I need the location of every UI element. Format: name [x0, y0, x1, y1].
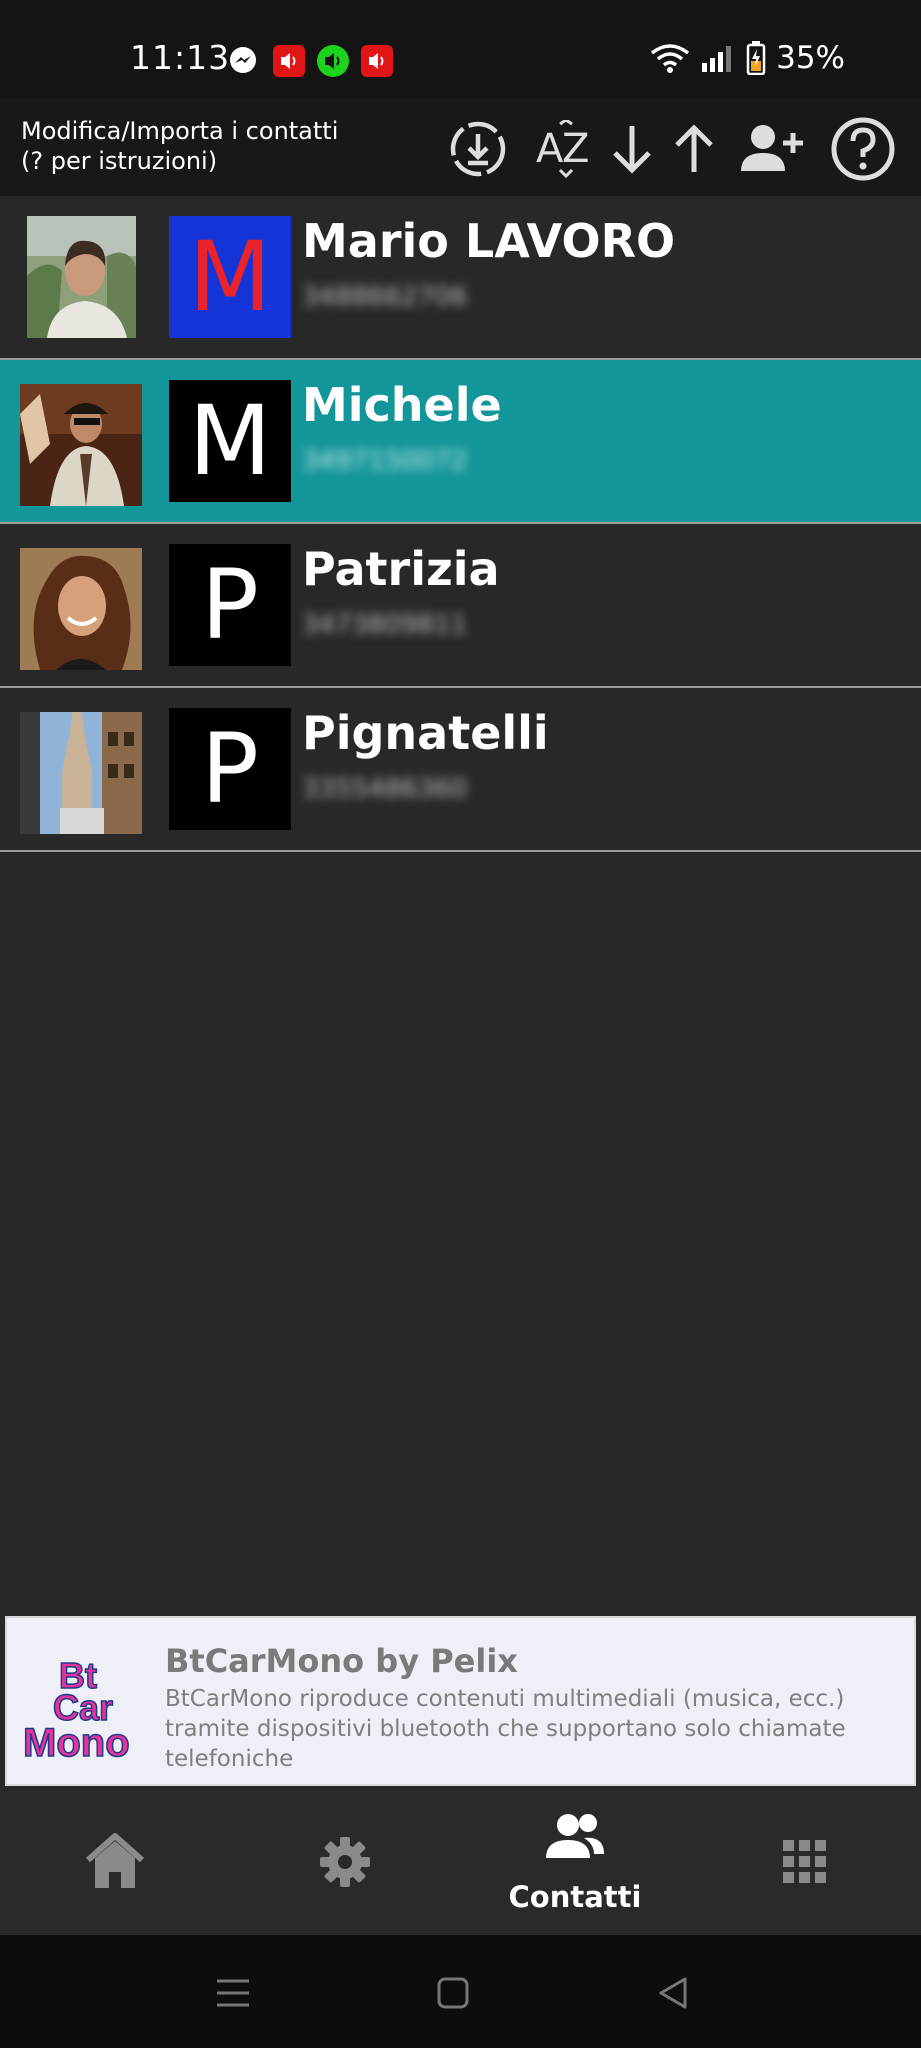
contact-photo — [20, 548, 142, 670]
recents-menu-icon[interactable] — [213, 1973, 253, 2013]
contact-photo — [27, 216, 136, 338]
status-time: 11:13 — [130, 38, 231, 77]
toolbar: Modifica/Importa i contatti (? per istru… — [0, 98, 921, 196]
arrow-up-icon — [675, 124, 713, 172]
toolbar-title: Modifica/Importa i contatti (? per istru… — [21, 116, 338, 176]
wifi-icon — [651, 44, 690, 73]
nav-apps[interactable] — [690, 1790, 920, 1935]
arrow-down-icon — [613, 126, 651, 174]
contact-row-selected[interactable]: M Michele 3497150072 — [0, 360, 921, 524]
toolbar-title-line2: (? per istruzioni) — [21, 147, 218, 175]
back-triangle-icon[interactable] — [653, 1973, 693, 2013]
sort-az-icon: A Z — [536, 120, 589, 178]
contact-letter-box: M — [169, 380, 291, 502]
red-speaker-icon — [273, 45, 305, 77]
ad-banner[interactable]: Bt Car Mono BtCarMono by Pelix BtCarMono… — [5, 1616, 916, 1786]
system-nav — [0, 1935, 921, 2048]
contact-name: Michele — [302, 378, 502, 432]
import-contacts-button[interactable] — [447, 118, 509, 180]
add-contact-button[interactable] — [737, 118, 805, 180]
home-icon — [86, 1833, 144, 1888]
contact-letter: P — [201, 713, 259, 825]
settings-icon — [320, 1837, 370, 1887]
messenger-icon — [230, 47, 256, 73]
red-speaker-icon — [361, 45, 393, 77]
home-square-icon[interactable] — [433, 1973, 473, 2013]
contact-letter: P — [201, 549, 259, 661]
add-contact-icon — [741, 125, 803, 171]
contact-name: Patrizia — [302, 542, 500, 596]
contact-letter-box: P — [169, 544, 291, 666]
toolbar-title-line1: Modifica/Importa i contatti — [21, 117, 339, 145]
help-icon — [831, 117, 895, 181]
contact-row[interactable]: P Patrizia 3473809811 — [0, 524, 921, 688]
battery-percentage: 35% — [776, 40, 845, 76]
nav-contacts-label: Contatti — [508, 1880, 642, 1914]
import-icon — [450, 121, 506, 177]
contact-list: M Mario LAVORO 3488662706 M Michele 3497… — [0, 196, 921, 852]
svg-text:Mono: Mono — [23, 1721, 130, 1762]
status-bar: 11:13 35% — [0, 0, 921, 98]
bottom-nav: Contatti — [0, 1790, 921, 1935]
contact-name: Mario LAVORO — [302, 214, 676, 268]
help-button[interactable] — [830, 116, 896, 182]
contact-row[interactable]: M Mario LAVORO 3488662706 — [0, 196, 921, 360]
nav-settings[interactable] — [230, 1790, 460, 1935]
green-speaker-icon — [317, 45, 349, 77]
contact-photo — [20, 712, 142, 834]
sort-up-button[interactable] — [663, 118, 725, 180]
contact-name: Pignatelli — [302, 706, 549, 760]
svg-text:Z: Z — [562, 126, 589, 172]
status-right: 35% — [650, 38, 845, 78]
contact-photo — [20, 384, 142, 506]
sort-down-button[interactable] — [601, 118, 663, 180]
contact-letter: M — [188, 385, 272, 497]
ad-title: BtCarMono by Pelix — [165, 1642, 518, 1680]
contact-row[interactable]: P Pignatelli 3355486360 — [0, 688, 921, 852]
signal-icon — [702, 46, 732, 72]
sort-az-button[interactable]: A Z — [533, 118, 595, 180]
contact-letter-box: M — [169, 216, 291, 338]
apps-grid-icon — [783, 1840, 826, 1883]
contact-phone: 3497150072 — [302, 446, 468, 476]
contact-phone: 3488662706 — [302, 282, 468, 312]
contact-phone: 3473809811 — [302, 610, 468, 640]
contacts-icon — [546, 1814, 604, 1858]
battery-icon — [746, 41, 766, 75]
contact-phone: 3355486360 — [302, 774, 468, 804]
contact-letter-box: P — [169, 708, 291, 830]
nav-home[interactable] — [0, 1790, 230, 1935]
ad-description: BtCarMono riproduce contenuti multimedia… — [165, 1686, 846, 1772]
nav-contacts[interactable]: Contatti — [460, 1790, 690, 1935]
svg-text:A: A — [536, 126, 564, 172]
btcarmono-logo: Bt Car Mono — [22, 1656, 130, 1762]
contact-letter: M — [188, 221, 272, 333]
